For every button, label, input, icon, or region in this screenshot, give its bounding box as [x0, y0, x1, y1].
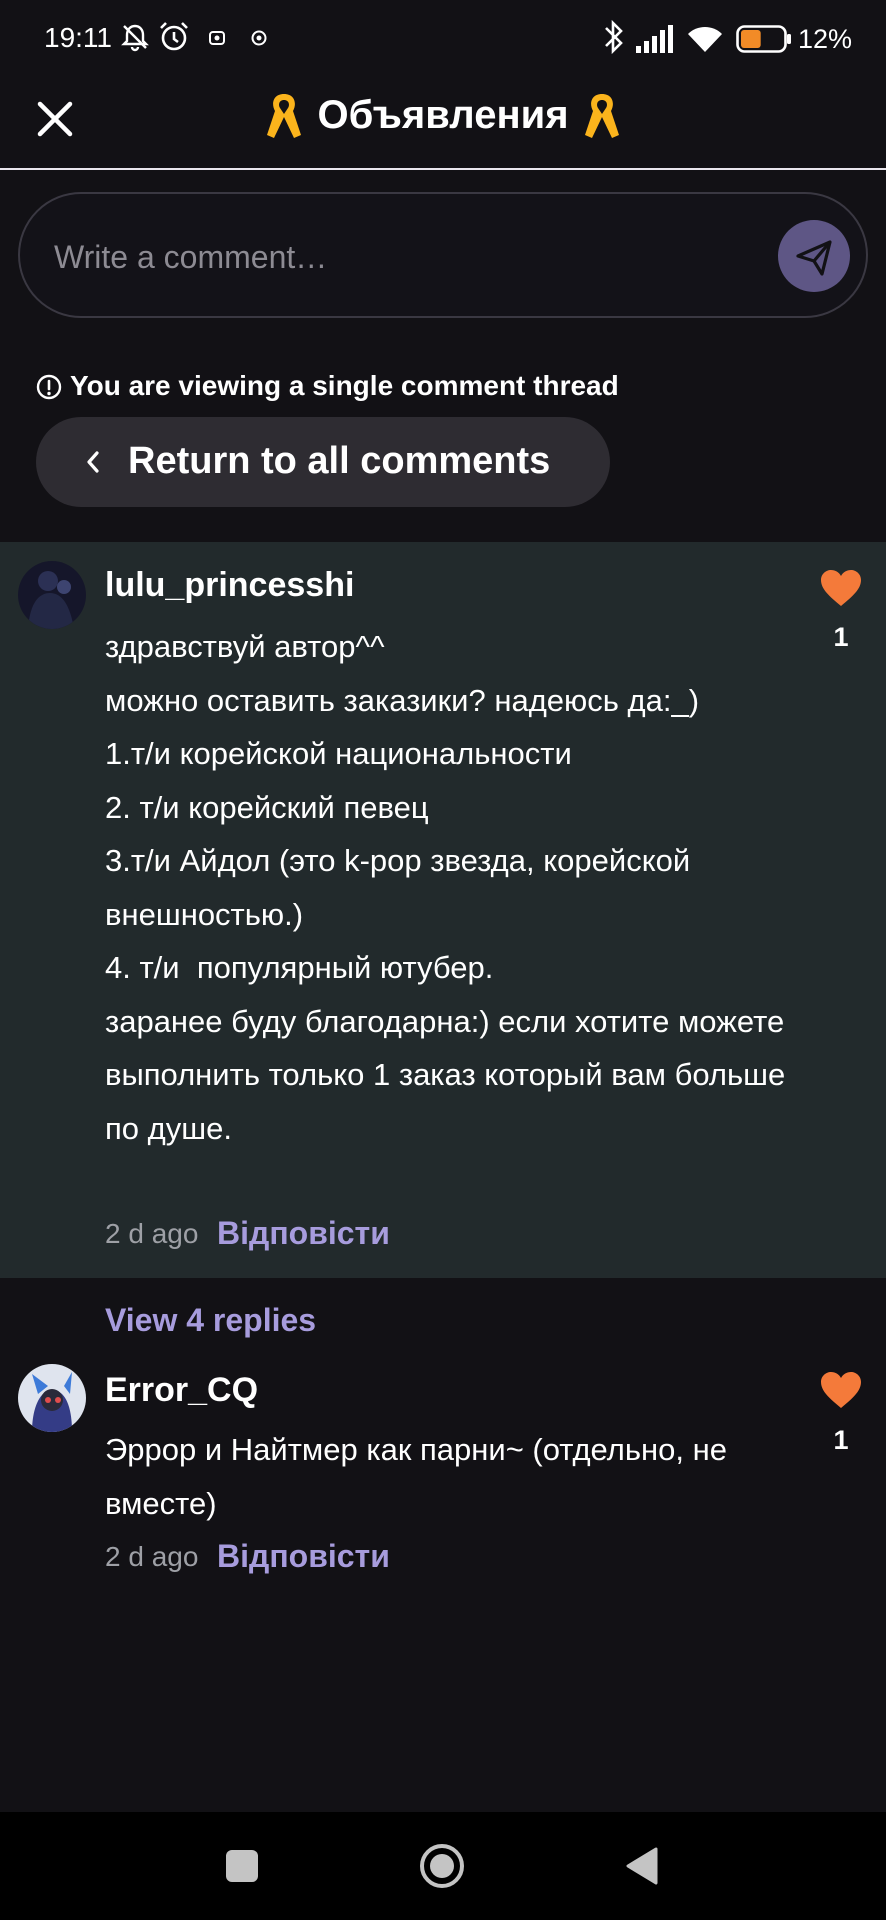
- like-count: 1: [833, 622, 849, 652]
- battery-percent: 12%: [798, 24, 853, 54]
- status-bar: 19:11 12%: [0, 0, 886, 78]
- wifi-icon: [688, 26, 722, 52]
- page-title: Объявления: [317, 92, 569, 137]
- thread-notice-text: You are viewing a single comment thread: [70, 370, 619, 401]
- alarm-icon: [160, 22, 188, 51]
- recent-apps-icon[interactable]: [224, 1848, 260, 1884]
- comment-time: 2 d ago: [105, 1541, 199, 1572]
- reply-button[interactable]: Відповісти: [217, 1538, 390, 1575]
- view-replies-link[interactable]: View 4 replies: [105, 1302, 316, 1339]
- comment-input[interactable]: Write a comment…: [18, 192, 868, 318]
- status-time: 19:11: [44, 22, 112, 53]
- send-icon: [796, 240, 832, 276]
- send-button[interactable]: [778, 220, 850, 292]
- info-icon: [36, 374, 62, 400]
- battery-icon: [736, 25, 791, 53]
- avatar[interactable]: [18, 561, 86, 629]
- signal-icon: [636, 25, 673, 53]
- yellow-ribbon-icon: [267, 94, 301, 138]
- chevron-left-icon: [87, 451, 99, 473]
- comment-username[interactable]: lulu_princesshi: [105, 566, 354, 605]
- yellow-ribbon-icon: [584, 94, 619, 138]
- avatar-image: [18, 561, 86, 629]
- thread-notice: You are viewing a single comment thread: [36, 370, 619, 402]
- comment-input-placeholder: Write a comment…: [54, 239, 328, 275]
- heart-icon[interactable]: [819, 568, 863, 608]
- mute-icon: [121, 24, 149, 52]
- comment-text: Эррор и Найтмер как парни~ (отдельно, не…: [105, 1432, 736, 1521]
- vpn-icon: [251, 30, 267, 46]
- home-icon[interactable]: [418, 1842, 466, 1890]
- comment-text: здравствуй автор^^ можно оставить закази…: [105, 629, 786, 1146]
- heart-icon[interactable]: [819, 1370, 863, 1410]
- avatar[interactable]: [18, 1364, 86, 1432]
- bluetooth-icon: [605, 19, 623, 55]
- notification-icon: [209, 31, 225, 45]
- reply-button[interactable]: Відповісти: [217, 1215, 390, 1252]
- navigation-bar: [0, 1812, 886, 1920]
- like-count: 1: [833, 1425, 849, 1455]
- comment-time: 2 d ago: [105, 1218, 199, 1249]
- screen: 19:11 12% Объявления Write a comment… Yo…: [0, 0, 886, 1920]
- header: Объявления: [0, 78, 886, 170]
- back-icon[interactable]: [624, 1846, 660, 1886]
- header-title-wrap: Объявления: [0, 90, 886, 140]
- return-button-label: Return to all comments: [128, 440, 551, 482]
- return-to-all-comments-button[interactable]: Return to all comments: [36, 417, 610, 507]
- avatar-image: [18, 1364, 86, 1432]
- comment-username[interactable]: Error_CQ: [105, 1371, 258, 1410]
